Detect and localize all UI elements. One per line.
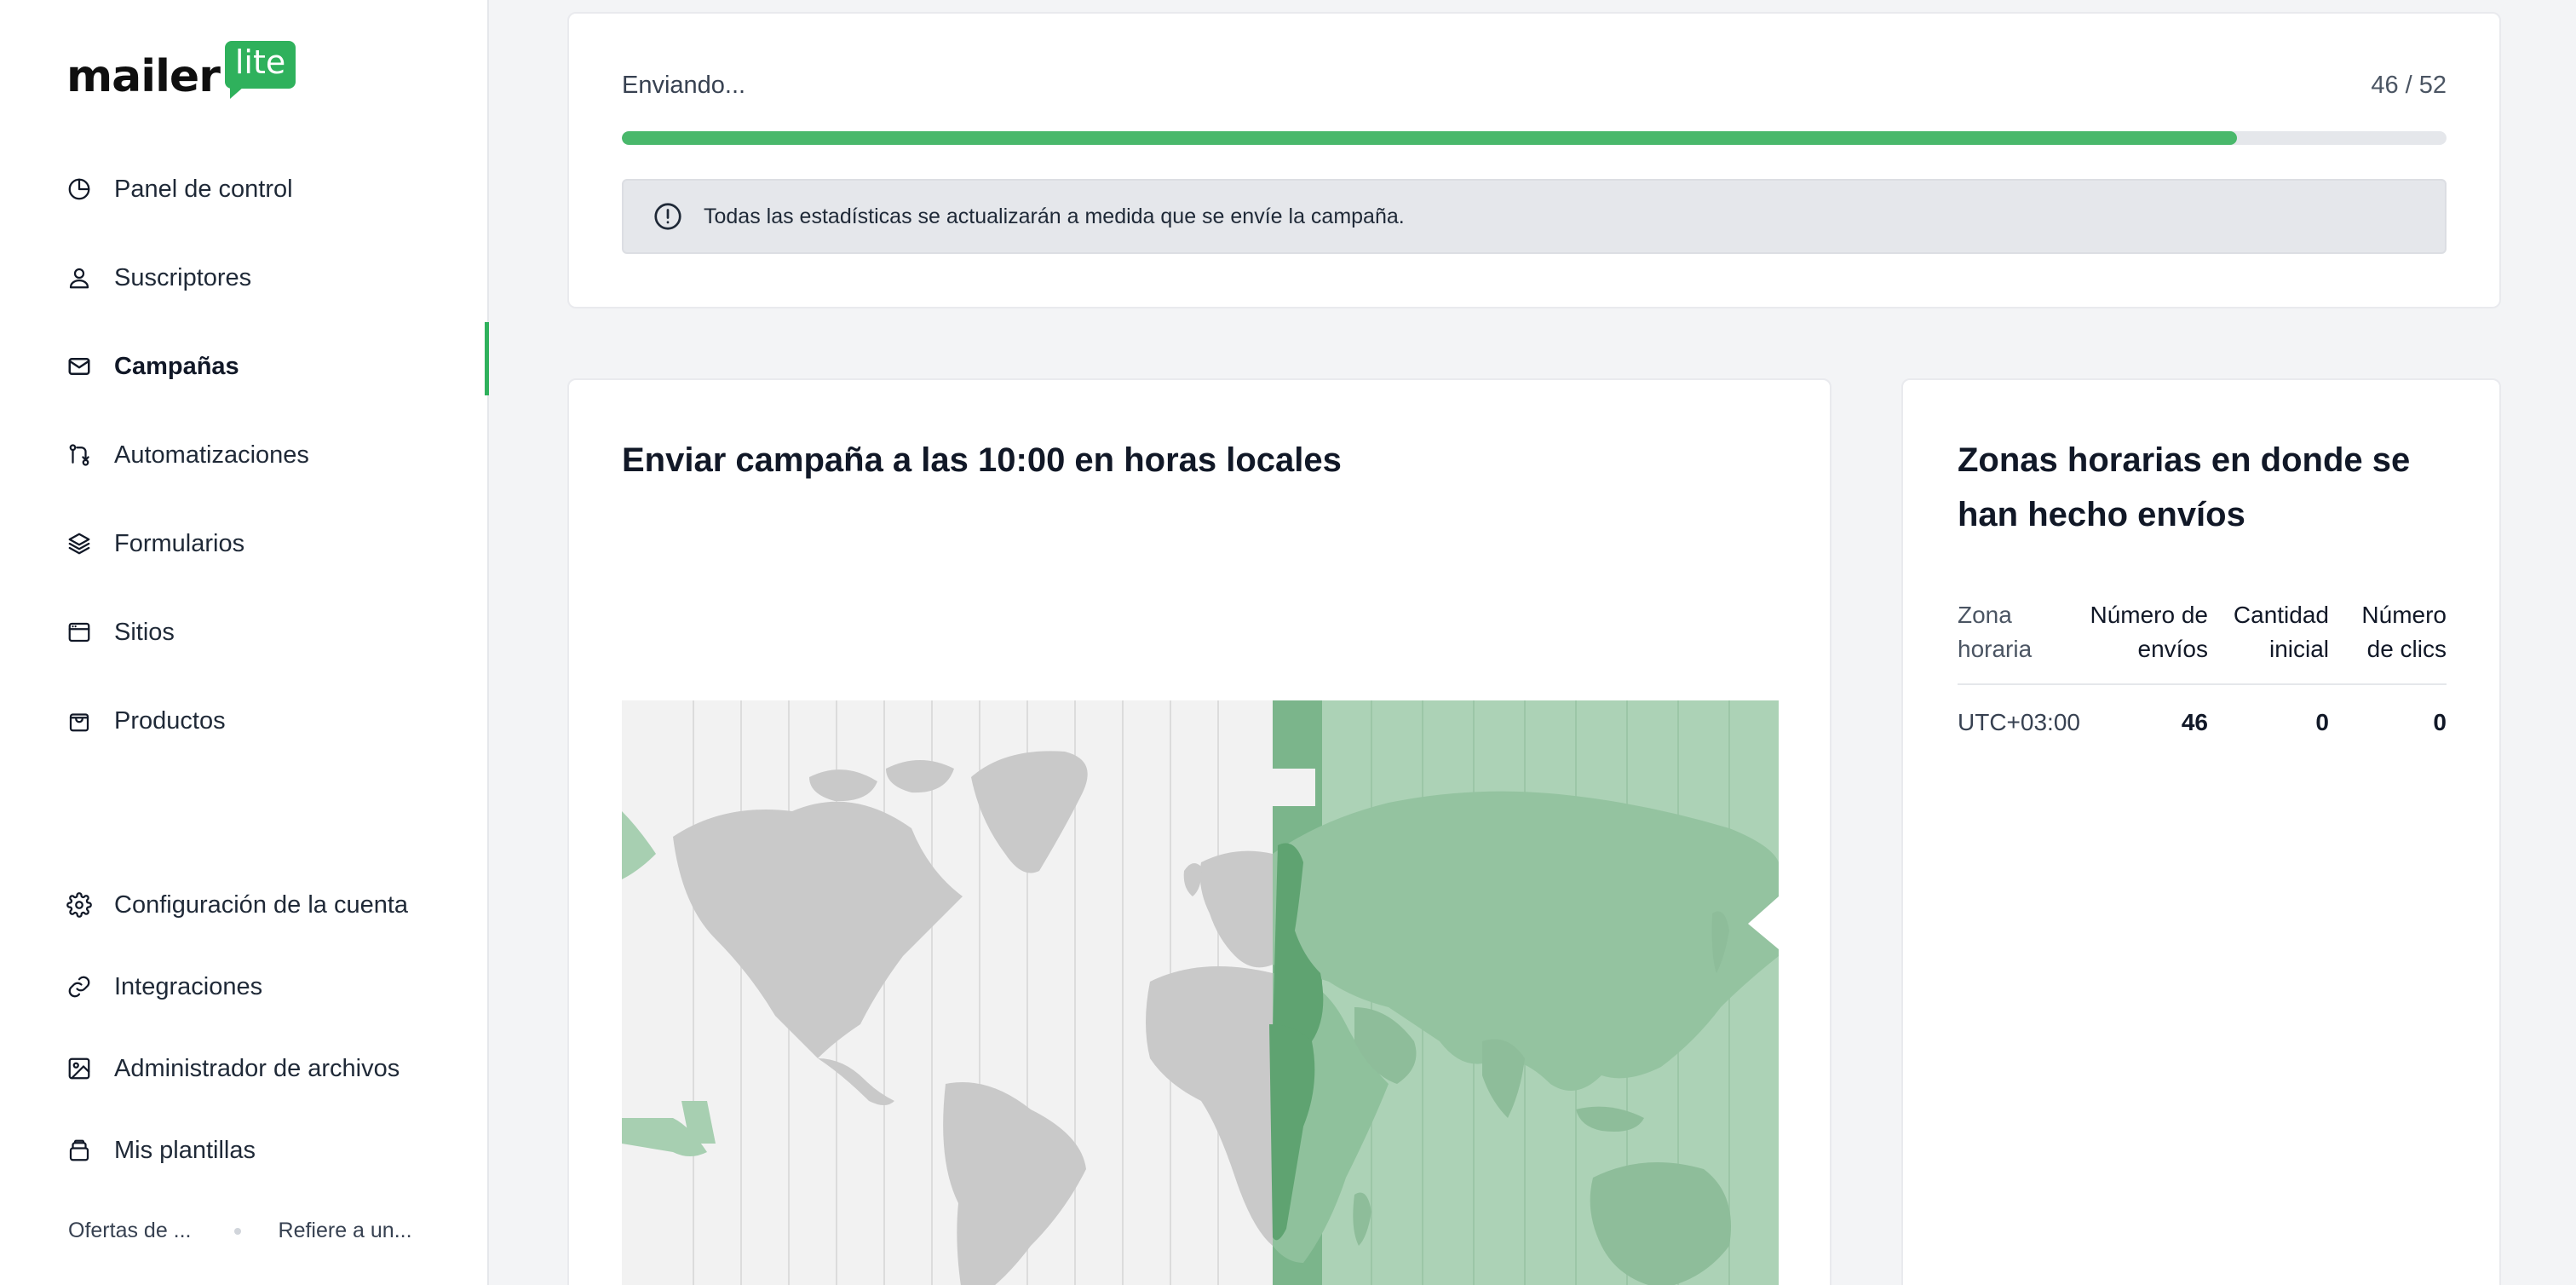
sidebar-item-sitios[interactable]: Sitios bbox=[0, 588, 487, 677]
refer-link[interactable]: Refiere a un... bbox=[279, 1219, 412, 1243]
progress-count: 46 / 52 bbox=[2371, 72, 2447, 99]
sidebar-item-label: Productos bbox=[114, 706, 226, 735]
sidebar-item-label: Mis plantillas bbox=[114, 1136, 256, 1164]
user-icon bbox=[66, 265, 92, 291]
world-timezone-map[interactable] bbox=[622, 700, 1779, 1285]
stats-notice: Todas las estadísticas se actualizarán a… bbox=[622, 179, 2447, 254]
separator-dot bbox=[233, 1227, 241, 1235]
offers-link[interactable]: Ofertas de ... bbox=[68, 1219, 192, 1243]
sidebar: mailer lite Panel de control Suscriptore… bbox=[0, 0, 489, 1285]
timezones-title: Zonas horarias en donde se han hecho env… bbox=[1958, 441, 2411, 533]
map-card-title: Enviar campaña a las 10:00 en horas loca… bbox=[622, 441, 1342, 479]
progress-label: Enviando... bbox=[622, 72, 746, 99]
chart-pie-icon bbox=[66, 176, 92, 202]
main-nav: Panel de control Suscriptores Campañas A… bbox=[0, 145, 489, 765]
table-header-row: Zona horaria Número de envíos Cantidad i… bbox=[1958, 598, 2447, 685]
alert-circle-icon bbox=[653, 201, 683, 232]
gear-icon bbox=[66, 892, 92, 918]
column-header-zona: Zona horaria bbox=[1958, 602, 2033, 662]
sidebar-item-formularios[interactable]: Formularios bbox=[0, 499, 487, 588]
cell-zone: UTC+03:00 bbox=[1958, 709, 2080, 735]
template-icon bbox=[66, 1138, 92, 1163]
sidebar-item-productos[interactable]: Productos bbox=[0, 677, 487, 765]
sidebar-item-label: Formularios bbox=[114, 529, 245, 557]
timezone-map-card: Enviar campaña a las 10:00 en horas loca… bbox=[567, 378, 1831, 1285]
progress-bar-fill bbox=[622, 131, 2237, 145]
image-icon bbox=[66, 1056, 92, 1081]
sidebar-item-automatizaciones[interactable]: Automatizaciones bbox=[0, 411, 487, 499]
progress-bar bbox=[622, 131, 2447, 145]
world-map-graphic bbox=[622, 700, 1779, 1285]
sidebar-item-suscriptores[interactable]: Suscriptores bbox=[0, 233, 487, 322]
sidebar-item-label: Suscriptores bbox=[114, 263, 252, 291]
timezones-table: Zona horaria Número de envíos Cantidad i… bbox=[1958, 598, 2447, 736]
column-header-envios: Número de envíos bbox=[2090, 602, 2208, 662]
sidebar-item-label: Automatizaciones bbox=[114, 441, 309, 469]
sidebar-item-integraciones[interactable]: Integraciones bbox=[0, 946, 487, 1028]
table-row: UTC+03:00 46 0 0 bbox=[1958, 685, 2447, 736]
sidebar-item-administrador-archivos[interactable]: Administrador de archivos bbox=[0, 1028, 487, 1109]
sidebar-item-panel-de-control[interactable]: Panel de control bbox=[0, 145, 487, 233]
sending-progress-card: Enviando... 46 / 52 Todas las estadístic… bbox=[567, 12, 2501, 308]
sidebar-item-label: Integraciones bbox=[114, 972, 263, 1000]
sidebar-item-label: Configuración de la cuenta bbox=[114, 890, 409, 919]
sidebar-item-label: Panel de control bbox=[114, 175, 293, 203]
workflow-icon bbox=[66, 442, 92, 468]
column-header-inicial: Cantidad inicial bbox=[2233, 602, 2329, 662]
sidebar-item-campanas[interactable]: Campañas bbox=[0, 322, 489, 411]
notice-text: Todas las estadísticas se actualizarán a… bbox=[704, 204, 1405, 228]
logo-wordmark: mailer bbox=[66, 51, 221, 102]
sidebar-item-configuracion[interactable]: Configuración de la cuenta bbox=[0, 864, 487, 946]
cell-sent: 46 bbox=[2181, 709, 2208, 735]
shopping-bag-icon bbox=[66, 708, 92, 734]
cell-initial: 0 bbox=[2315, 709, 2329, 735]
logo-badge: lite bbox=[224, 41, 296, 99]
sidebar-item-label: Campañas bbox=[114, 352, 239, 380]
sidebar-item-label: Sitios bbox=[114, 618, 175, 646]
layers-icon bbox=[66, 531, 92, 556]
sidebar-item-label: Administrador de archivos bbox=[114, 1054, 400, 1082]
mailerlite-logo[interactable]: mailer lite bbox=[66, 41, 296, 99]
column-header-clics: Número de clics bbox=[2361, 602, 2447, 662]
browser-icon bbox=[66, 619, 92, 645]
sidebar-footer: Ofertas de ... Refiere a un... bbox=[68, 1219, 412, 1243]
settings-nav: Configuración de la cuenta Integraciones… bbox=[0, 864, 487, 1191]
link-icon bbox=[66, 974, 92, 1000]
sidebar-item-mis-plantillas[interactable]: Mis plantillas bbox=[0, 1109, 487, 1191]
mail-icon bbox=[66, 354, 92, 379]
timezones-card: Zonas horarias en donde se han hecho env… bbox=[1901, 378, 2501, 1285]
cell-clicks: 0 bbox=[2433, 709, 2447, 735]
